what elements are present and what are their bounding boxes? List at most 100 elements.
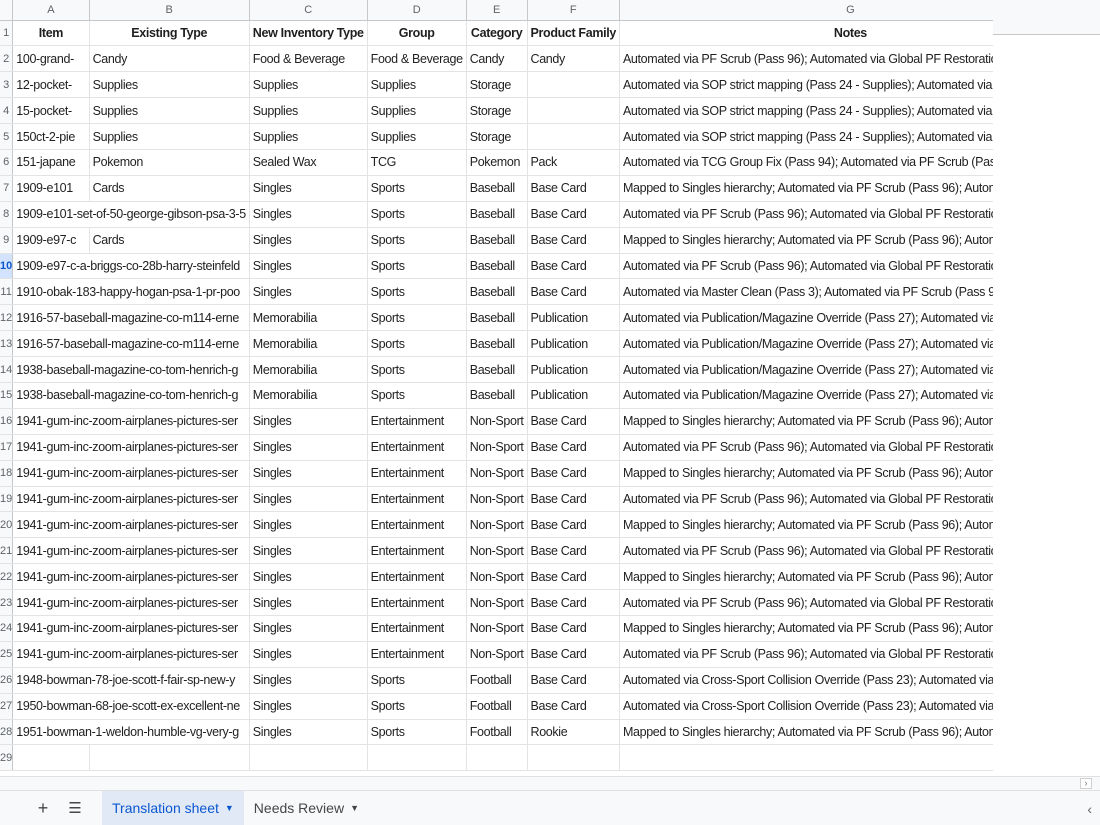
cell-group[interactable]: Sports (367, 719, 467, 746)
row-header[interactable]: 14 (0, 356, 14, 383)
cell-family[interactable]: Publication (527, 356, 620, 383)
cell-family[interactable]: Base Card (527, 227, 620, 254)
cell-category[interactable]: Non-Sport (466, 486, 528, 513)
cell-category[interactable]: Baseball (466, 382, 528, 409)
cell-group[interactable]: Supplies (367, 97, 467, 125)
cell-existing[interactable]: Supplies (89, 97, 250, 125)
cell-group[interactable]: TCG (367, 149, 467, 176)
cell-existing[interactable]: Supplies (89, 71, 250, 99)
cell-family[interactable]: Candy (527, 45, 620, 73)
cell-item[interactable]: 1941-gum-inc-zoom-airplanes-pictures-ser (12, 408, 250, 435)
cell-existing[interactable]: Singles (249, 589, 368, 616)
row-header[interactable]: 8 (0, 201, 14, 228)
cell-family[interactable]: Base Card (527, 201, 620, 228)
cell-existing[interactable]: Supplies (89, 123, 250, 150)
row-header[interactable]: 17 (0, 434, 14, 461)
row-header[interactable]: 24 (0, 615, 14, 642)
cell-group[interactable]: Sports (367, 330, 467, 358)
select-all-corner[interactable] (0, 0, 14, 21)
row-header[interactable]: 12 (0, 304, 14, 332)
cell-family[interactable]: Publication (527, 330, 620, 358)
chevron-left-icon[interactable]: ‹ (1087, 801, 1092, 817)
cell-item[interactable]: 1916-57-baseball-magazine-co-m114-erne (12, 330, 250, 358)
row-header[interactable]: 18 (0, 460, 14, 487)
cell-item[interactable]: 150ct-2-pie (12, 123, 90, 150)
cell-existing[interactable]: Memorabilia (249, 330, 368, 358)
cell-category[interactable]: Non-Sport (466, 408, 528, 435)
cell-newtype[interactable]: Singles (249, 227, 368, 254)
cell-newtype[interactable]: Food & Beverage (249, 45, 368, 73)
cell-item[interactable]: 1941-gum-inc-zoom-airplanes-pictures-ser (12, 434, 250, 461)
cell-category[interactable]: Baseball (466, 356, 528, 383)
cell-category[interactable]: Baseball (466, 330, 528, 358)
cell-category[interactable]: Storage (466, 123, 528, 150)
cell-category[interactable]: Non-Sport (466, 434, 528, 461)
cell-item[interactable]: 1941-gum-inc-zoom-airplanes-pictures-ser (12, 641, 250, 668)
sheet-table[interactable]: ABCDEFGH1ItemExisting TypeNew Inventory … (0, 0, 1100, 772)
cell-existing[interactable]: Singles (249, 486, 368, 513)
cell-group[interactable]: Entertainment (367, 511, 467, 539)
header-cell[interactable]: Product Family (527, 20, 620, 47)
cell-family[interactable] (527, 123, 620, 150)
cell-existing[interactable]: Singles (249, 641, 368, 668)
cell-item[interactable]: 1909-e97-c-a-briggs-co-28b-harry-steinfe… (12, 253, 250, 280)
row-header[interactable]: 25 (0, 641, 14, 668)
cell-category[interactable]: Non-Sport (466, 641, 528, 668)
spreadsheet-grid[interactable]: ABCDEFGH1ItemExisting TypeNew Inventory … (0, 0, 1100, 776)
cell-item[interactable]: 1941-gum-inc-zoom-airplanes-pictures-ser (12, 589, 250, 616)
cell-family[interactable]: Pack (527, 149, 620, 176)
row-header[interactable]: 5 (0, 123, 14, 150)
row-header[interactable]: 9 (0, 227, 14, 254)
row-header[interactable]: 29 (0, 744, 14, 772)
cell-family[interactable]: Base Card (527, 589, 620, 616)
cell-group[interactable]: Sports (367, 304, 467, 332)
header-cell[interactable]: Group (367, 20, 467, 47)
cell-existing[interactable]: Singles (249, 460, 368, 487)
cell-existing[interactable]: Singles (249, 719, 368, 746)
cell-group[interactable]: Sports (367, 201, 467, 228)
cell-family[interactable]: Base Card (527, 641, 620, 668)
cell-family[interactable]: Base Card (527, 511, 620, 539)
row-header[interactable]: 10 (0, 253, 14, 280)
cell-existing[interactable]: Singles (249, 537, 368, 565)
cell-category[interactable]: Baseball (466, 304, 528, 332)
tab-translation-sheet[interactable]: Translation sheet ▼ (102, 790, 244, 825)
cell-existing[interactable]: Singles (249, 201, 368, 228)
cell-category[interactable]: Candy (466, 45, 528, 73)
cell-family[interactable]: Base Card (527, 563, 620, 591)
cell-existing[interactable]: Memorabilia (249, 304, 368, 332)
cell-family[interactable]: Base Card (527, 615, 620, 642)
cell-family[interactable]: Base Card (527, 693, 620, 720)
cell-group[interactable]: Sports (367, 356, 467, 383)
cell-category[interactable]: Baseball (466, 201, 528, 228)
cell-category[interactable]: Non-Sport (466, 589, 528, 616)
cell-category[interactable]: Non-Sport (466, 537, 528, 565)
cell[interactable] (527, 744, 620, 772)
row-header[interactable]: 1 (0, 20, 14, 47)
cell-group[interactable]: Supplies (367, 71, 467, 99)
cell-group[interactable]: Entertainment (367, 615, 467, 642)
cell-item[interactable]: 1909-e101 (12, 175, 90, 202)
cell-group[interactable]: Sports (367, 175, 467, 202)
cell-existing[interactable]: Singles (249, 693, 368, 720)
cell-existing[interactable]: Singles (249, 511, 368, 539)
header-cell[interactable]: Category (466, 20, 528, 47)
cell-family[interactable]: Base Card (527, 253, 620, 280)
cell-existing[interactable]: Singles (249, 615, 368, 642)
horizontal-scrollbar[interactable]: › (0, 776, 1100, 790)
cell-existing[interactable]: Cards (89, 175, 250, 202)
cell-item[interactable]: 1941-gum-inc-zoom-airplanes-pictures-ser (12, 615, 250, 642)
cell-existing[interactable]: Candy (89, 45, 250, 73)
cell-family[interactable]: Base Card (527, 434, 620, 461)
cell-existing[interactable]: Memorabilia (249, 382, 368, 409)
row-header[interactable]: 28 (0, 719, 14, 746)
cell-family[interactable]: Base Card (527, 460, 620, 487)
cell-item[interactable]: 1950-bowman-68-joe-scott-ex-excellent-ne (12, 693, 250, 720)
row-header[interactable]: 16 (0, 408, 14, 435)
row-header[interactable]: 11 (0, 278, 14, 306)
row-header[interactable]: 20 (0, 511, 14, 539)
cell-newtype[interactable]: Sealed Wax (249, 149, 368, 176)
cell-family[interactable]: Base Card (527, 175, 620, 202)
cell-group[interactable]: Food & Beverage (367, 45, 467, 73)
cell-newtype[interactable]: Supplies (249, 97, 368, 125)
